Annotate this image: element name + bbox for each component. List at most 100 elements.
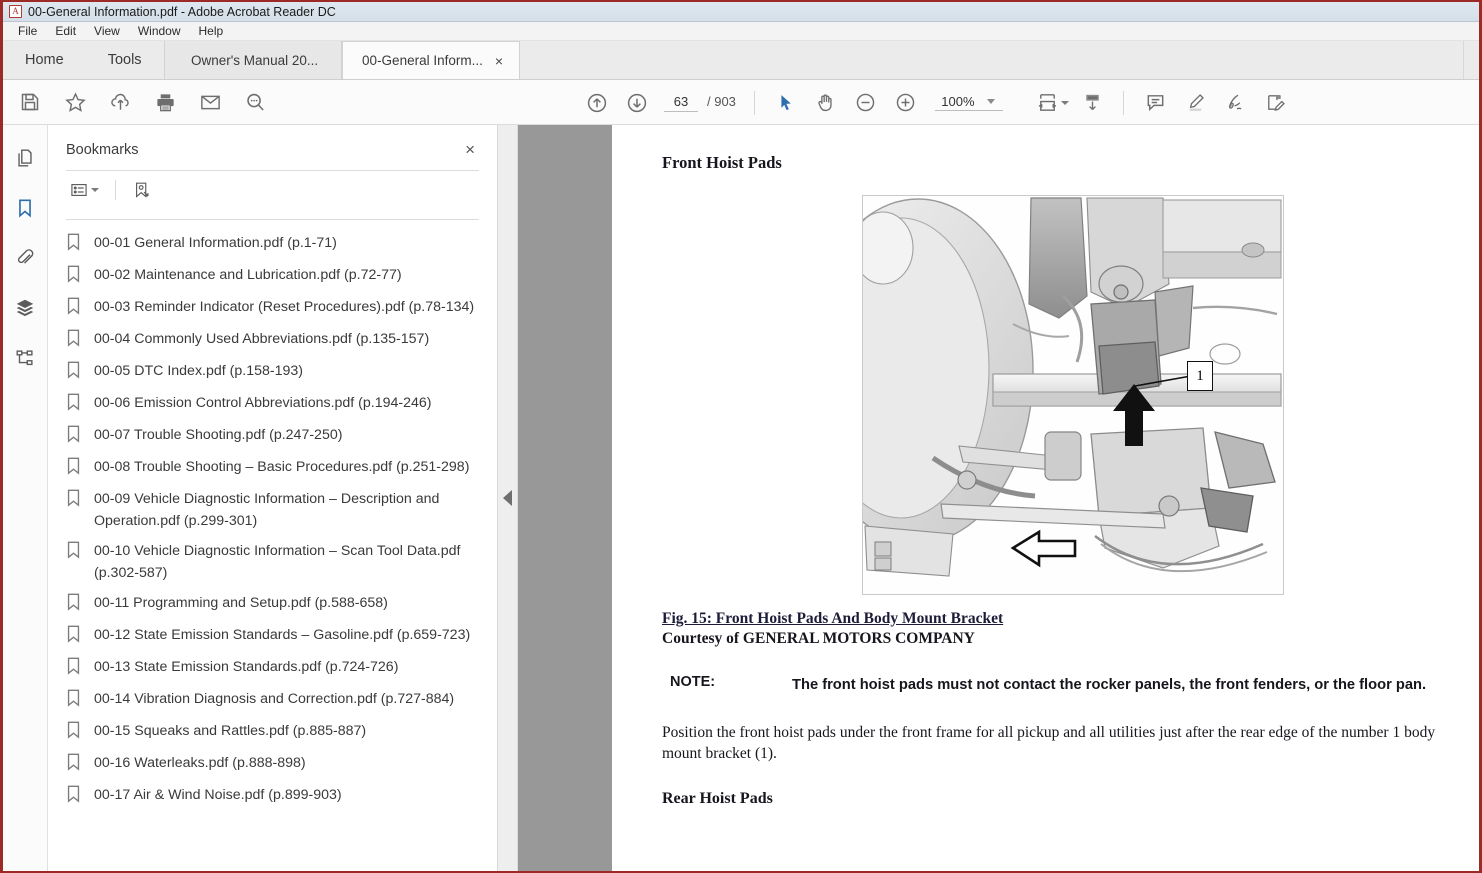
zoom-in-icon[interactable] [887, 85, 925, 121]
main-toolbar: / 903 [3, 80, 1479, 125]
bookmark-icon [66, 657, 86, 680]
bookmarks-list[interactable]: 00-01 General Information.pdf (p.1-71) 00… [48, 220, 497, 871]
bookmark-icon [66, 541, 86, 564]
chevron-down-icon[interactable] [91, 188, 99, 192]
bookmark-item[interactable]: 00-16 Waterleaks.pdf (p.888-898) [48, 748, 497, 780]
document-tab-label: 00-General Inform... [362, 53, 483, 68]
bookmark-icon [66, 393, 86, 416]
note-label: NOTE: [670, 674, 716, 690]
print-icon[interactable] [146, 84, 184, 120]
bookmark-label: 00-05 DTC Index.pdf (p.158-193) [94, 363, 303, 379]
bookmark-item[interactable]: 00-11 Programming and Setup.pdf (p.588-6… [48, 588, 497, 620]
close-panel-icon[interactable]: × [461, 139, 479, 160]
document-viewport[interactable]: Front Hoist Pads 1 Fig. 15: Front Hoist … [518, 125, 1479, 871]
bookmark-icon [66, 625, 86, 648]
bookmark-item[interactable]: 00-09 Vehicle Diagnostic Information – D… [48, 484, 497, 536]
save-file-icon[interactable] [11, 84, 49, 120]
bookmark-label: 00-14 Vibration Diagnosis and Correction… [94, 691, 455, 707]
menu-edit[interactable]: Edit [46, 22, 85, 40]
next-page-icon[interactable] [618, 85, 656, 121]
bookmark-icon [66, 329, 86, 352]
window-title: 00-General Information.pdf - Adobe Acrob… [28, 4, 336, 19]
menu-window[interactable]: Window [129, 22, 190, 40]
tab-bar-spacer [519, 41, 1463, 79]
bookmark-options-icon[interactable] [66, 177, 102, 203]
bookmark-item[interactable]: 00-04 Commonly Used Abbreviations.pdf (p… [48, 324, 497, 356]
bookmark-item[interactable]: 00-05 DTC Index.pdf (p.158-193) [48, 356, 497, 388]
bookmark-item[interactable]: 00-02 Maintenance and Lubrication.pdf (p… [48, 260, 497, 292]
bookmark-item[interactable]: 00-17 Air & Wind Noise.pdf (p.899-903) [48, 780, 497, 812]
page-thumbnails-icon[interactable] [10, 143, 40, 173]
bookmark-item[interactable]: 00-07 Trouble Shooting.pdf (p.247-250) [48, 420, 497, 452]
bookmark-icon [66, 785, 86, 808]
bookmarks-toolbar-separator [115, 180, 116, 200]
tags-icon[interactable] [10, 343, 40, 373]
new-bookmark-icon[interactable] [129, 177, 155, 203]
bookmarks-header: Bookmarks × [48, 125, 497, 160]
menu-help[interactable]: Help [190, 22, 233, 40]
toolbar-separator [753, 90, 755, 115]
page-number-input[interactable] [664, 93, 698, 112]
bookmark-item[interactable]: 00-08 Trouble Shooting – Basic Procedure… [48, 452, 497, 484]
collapse-panel-icon[interactable] [503, 490, 512, 506]
chevron-down-icon[interactable] [986, 99, 995, 104]
toolbar-right-group [1033, 80, 1294, 125]
bookmark-item[interactable]: 00-14 Vibration Diagnosis and Correction… [48, 684, 497, 716]
sign-icon[interactable] [1216, 85, 1254, 121]
bookmark-icon [66, 593, 86, 616]
fit-width-icon[interactable] [1033, 85, 1071, 121]
bookmark-item[interactable]: 00-10 Vehicle Diagnostic Information – S… [48, 536, 497, 588]
bookmark-item[interactable]: 00-13 State Emission Standards.pdf (p.72… [48, 652, 497, 684]
scroll-mode-icon[interactable] [1073, 85, 1111, 121]
toolbar-separator [1123, 90, 1124, 115]
bookmark-icon [66, 753, 86, 776]
undercarriage-illustration [863, 196, 1283, 594]
bookmark-item[interactable]: 00-12 State Emission Standards – Gasolin… [48, 620, 497, 652]
layers-icon[interactable] [10, 293, 40, 323]
select-tool-icon[interactable] [767, 85, 805, 121]
tab-tools[interactable]: Tools [85, 41, 164, 79]
zoom-level-selector[interactable]: 100% [934, 94, 1003, 111]
bookmark-icon [66, 425, 86, 448]
hand-tool-icon[interactable] [807, 85, 845, 121]
zoom-out-icon[interactable] [847, 85, 885, 121]
tab-bar: Home Tools Owner's Manual 20... 00-Gener… [3, 41, 1479, 80]
bookmark-item[interactable]: 00-01 General Information.pdf (p.1-71) [48, 228, 497, 260]
fill-sign-icon[interactable] [1256, 85, 1294, 121]
email-icon[interactable] [191, 84, 229, 120]
tab-bar-end [1463, 41, 1479, 79]
bookmark-item[interactable]: 00-03 Reminder Indicator (Reset Procedur… [48, 292, 497, 324]
menu-file[interactable]: File [9, 22, 46, 40]
navigation-rail [3, 125, 48, 871]
menu-bar: File Edit View Window Help [3, 22, 1479, 41]
section-subheading: Rear Hoist Pads [662, 790, 773, 807]
highlight-icon[interactable] [1176, 85, 1214, 121]
bookmark-item[interactable]: 00-06 Emission Control Abbreviations.pdf… [48, 388, 497, 420]
figure-caption[interactable]: Fig. 15: Front Hoist Pads And Body Mount… [662, 610, 1461, 628]
acrobat-icon: A [9, 5, 22, 18]
comment-icon[interactable] [1136, 85, 1174, 121]
title-bar: A 00-General Information.pdf - Adobe Acr… [3, 2, 1479, 22]
panel-splitter[interactable] [498, 125, 518, 871]
bookmark-label: 00-17 Air & Wind Noise.pdf (p.899-903) [94, 787, 342, 803]
cloud-upload-icon[interactable] [101, 84, 139, 120]
bookmark-item[interactable]: 00-15 Squeaks and Rattles.pdf (p.885-887… [48, 716, 497, 748]
attachments-icon[interactable] [10, 243, 40, 273]
menu-view[interactable]: View [85, 22, 129, 40]
bookmarks-icon[interactable] [10, 193, 40, 223]
chevron-down-icon[interactable] [1060, 100, 1069, 105]
bookmark-icon [66, 721, 86, 744]
tab-home[interactable]: Home [3, 41, 86, 79]
note-block: NOTE: The front hoist pads must not cont… [662, 674, 1461, 696]
page-total-label: / 903 [707, 93, 736, 109]
previous-page-icon[interactable] [578, 85, 616, 121]
bookmark-icon [66, 361, 86, 384]
page-number-box: / 903 [664, 93, 736, 112]
document-tab-owners-manual[interactable]: Owner's Manual 20... [163, 41, 342, 79]
search-icon[interactable] [236, 84, 274, 120]
close-tab-icon[interactable]: × [495, 54, 503, 68]
bookmark-icon [66, 689, 86, 712]
figure-courtesy: Courtesy of GENERAL MOTORS COMPANY [662, 630, 975, 647]
star-icon[interactable] [56, 84, 94, 120]
document-tab-general-information[interactable]: 00-General Inform... × [341, 41, 520, 79]
